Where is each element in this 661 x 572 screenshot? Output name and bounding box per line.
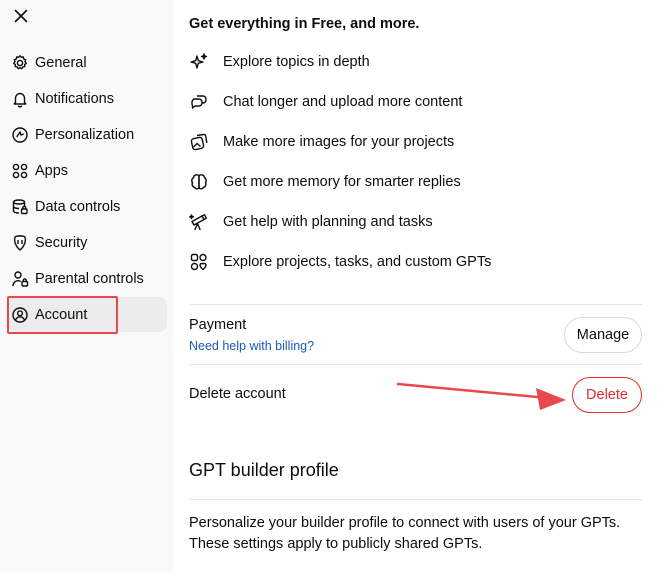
- feature-label: Get help with planning and tasks: [223, 214, 433, 230]
- sidebar-item-personalization[interactable]: Personalization: [6, 117, 167, 152]
- sidebar-item-label: Notifications: [35, 90, 114, 107]
- feature-item: Get help with planning and tasks: [189, 210, 433, 234]
- delete-account-label: Delete account: [189, 386, 286, 402]
- close-icon: [14, 9, 28, 23]
- sidebar-item-label: General: [35, 54, 87, 71]
- upsell-heading: Get everything in Free, and more.: [189, 16, 420, 32]
- sidebar-item-account[interactable]: Account: [6, 297, 167, 332]
- personalization-icon: [10, 125, 30, 145]
- divider: [189, 304, 642, 305]
- sidebar-item-label: Security: [35, 234, 88, 251]
- sidebar-item-label: Personalization: [35, 126, 135, 143]
- divider: [189, 499, 642, 500]
- feature-item: Make more images for your projects: [189, 130, 454, 154]
- shield-icon: [10, 233, 30, 253]
- shapes-icon: [189, 252, 209, 272]
- payment-label: Payment: [189, 317, 247, 333]
- sidebar-item-general[interactable]: General: [6, 45, 167, 80]
- divider: [189, 364, 642, 365]
- chat-bubbles-icon: [189, 92, 209, 112]
- bell-icon: [10, 89, 30, 109]
- sidebar-item-parental-controls[interactable]: Parental controls: [6, 261, 167, 296]
- feature-label: Chat longer and upload more content: [223, 94, 463, 110]
- apps-grid-icon: [10, 161, 30, 181]
- feature-item: Get more memory for smarter replies: [189, 170, 461, 194]
- sidebar-item-label: Parental controls: [35, 270, 144, 287]
- sidebar-item-apps[interactable]: Apps: [6, 153, 167, 188]
- sidebar-item-security[interactable]: Security: [6, 225, 167, 260]
- feature-label: Get more memory for smarter replies: [223, 174, 461, 190]
- feature-item: Explore projects, tasks, and custom GPTs: [189, 250, 491, 274]
- database-icon: [10, 197, 30, 217]
- sidebar-item-data-controls[interactable]: Data controls: [6, 189, 167, 224]
- gear-icon: [10, 53, 30, 73]
- billing-help-link[interactable]: Need help with billing?: [189, 339, 314, 353]
- sparkle-icon: [189, 52, 209, 72]
- feature-item: Chat longer and upload more content: [189, 90, 462, 114]
- close-button[interactable]: [11, 6, 31, 26]
- sidebar-item-label: Data controls: [35, 198, 121, 215]
- feature-item: Explore topics in depth: [189, 50, 370, 74]
- feature-label: Explore projects, tasks, and custom GPTs: [223, 254, 492, 270]
- settings-sidebar: General Notifications Personalization Ap…: [0, 0, 173, 572]
- gpt-builder-profile-title: GPT builder profile: [189, 460, 339, 480]
- delete-account-button[interactable]: Delete: [572, 377, 642, 413]
- feature-label: Explore topics in depth: [223, 54, 370, 70]
- gpt-builder-profile-description: Personalize your builder profile to conn…: [189, 515, 621, 552]
- feature-label: Make more images for your projects: [223, 134, 455, 150]
- sidebar-item-label: Account: [35, 306, 88, 323]
- brain-icon: [189, 172, 209, 192]
- parental-icon: [10, 269, 30, 289]
- account-icon: [10, 305, 30, 325]
- sidebar-item-notifications[interactable]: Notifications: [6, 81, 167, 116]
- sidebar-item-label: Apps: [35, 162, 69, 179]
- manage-button[interactable]: Manage: [564, 317, 642, 353]
- telescope-icon: [189, 212, 209, 232]
- images-icon: [189, 132, 209, 152]
